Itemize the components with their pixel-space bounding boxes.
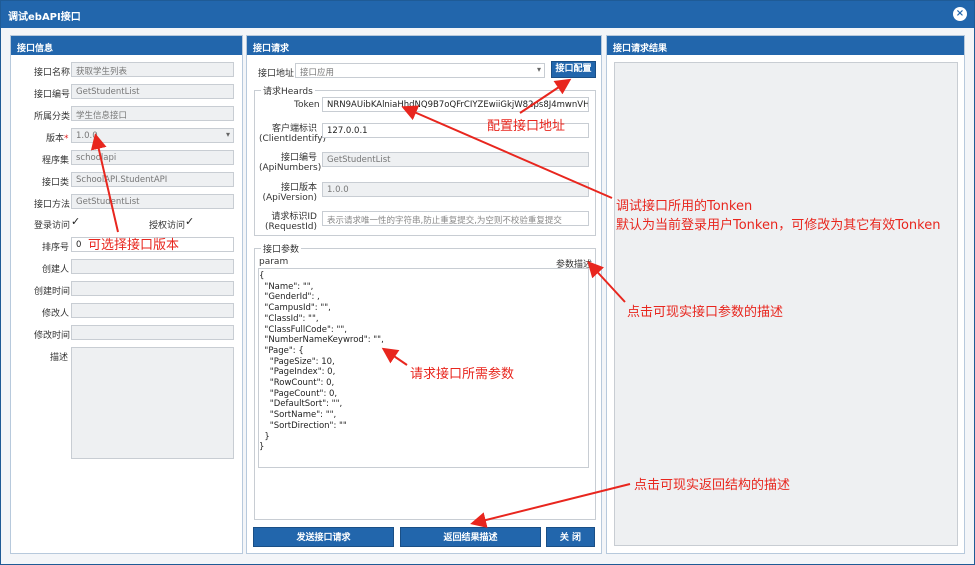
- close-icon[interactable]: ×: [953, 7, 967, 21]
- auth-access-checkbox[interactable]: ✓: [185, 215, 194, 228]
- annotation-params-needed: 请求接口所需参数: [410, 367, 515, 382]
- login-access-checkbox[interactable]: ✓: [71, 215, 80, 228]
- name-field[interactable]: 获取学生列表: [71, 62, 234, 77]
- auth-access-label: 授权访问: [149, 221, 186, 231]
- api-version-label: 接口版本 (ApiVersion): [262, 183, 318, 203]
- login-access-label: 登录访问: [34, 221, 71, 231]
- chevron-down-icon: ▾: [536, 65, 541, 74]
- send-request-button[interactable]: 发送接口请求: [253, 527, 394, 547]
- token-field[interactable]: NRN9AUibKAlniaHhdNQ9B7oQFrCIYZEwiiGkjW82…: [322, 97, 589, 112]
- assembly-label: 程序集: [42, 156, 70, 166]
- token-label: Token: [294, 100, 320, 110]
- api-version-field[interactable]: 1.0.0: [322, 182, 589, 197]
- annotation-token-line2: 默认为当前登录用户Tonken，可修改为其它有效Tonken: [616, 218, 941, 233]
- close-button[interactable]: 关 闭: [546, 527, 595, 547]
- annotation-result-desc: 点击可现实返回结构的描述: [634, 478, 791, 493]
- assembly-field[interactable]: schoolapi: [71, 150, 234, 165]
- config-button[interactable]: 接口配置: [551, 61, 596, 78]
- code-field[interactable]: GetStudentList: [71, 84, 234, 99]
- category-label: 所属分类: [34, 112, 71, 122]
- create-time-field[interactable]: [71, 281, 234, 296]
- modify-time-label: 修改时间: [34, 331, 71, 341]
- chevron-down-icon: ▾: [225, 130, 230, 139]
- version-label: 版本*: [46, 134, 69, 144]
- annotation-config-address: 配置接口地址: [487, 119, 566, 134]
- api-numbers-field[interactable]: GetStudentList: [322, 152, 589, 167]
- request-header: 接口请求: [247, 36, 601, 55]
- param-json: { "Name": "", "GenderId": , "CampusId": …: [259, 271, 384, 453]
- client-label: 客户端标识 (ClientIdentify): [259, 124, 327, 144]
- result-header: 接口请求结果: [607, 36, 964, 55]
- title-bar: 调试ebAPI接口 ×: [1, 1, 974, 28]
- method-label: 接口方法: [34, 200, 71, 210]
- method-field[interactable]: GetStudentList: [71, 194, 234, 209]
- creator-field[interactable]: [71, 259, 234, 274]
- sort-label: 排序号: [42, 243, 70, 253]
- class-label: 接口类: [42, 178, 70, 188]
- modifier-field[interactable]: [71, 303, 234, 318]
- annotation-version-select: 可选择接口版本: [88, 238, 180, 253]
- version-select[interactable]: 1.0.0 ▾: [71, 128, 234, 143]
- class-field[interactable]: SchoolAPI.StudentAPI: [71, 172, 234, 187]
- name-label: 接口名称: [34, 68, 71, 78]
- category-field[interactable]: 学生信息接口: [71, 106, 234, 121]
- desc-textarea[interactable]: [71, 347, 234, 459]
- params-legend: 接口参数: [261, 242, 302, 255]
- interface-info-header: 接口信息: [11, 36, 242, 55]
- address-label: 接口地址: [258, 69, 295, 79]
- code-label: 接口编号: [34, 90, 71, 100]
- debug-api-window: 调试ebAPI接口 × 接口信息 接口名称 获取学生列表 接口编号 GetStu…: [0, 0, 975, 565]
- headers-legend: 请求Heards: [261, 84, 315, 97]
- annotation-token-line1: 调试接口所用的Tonken: [616, 199, 753, 214]
- create-time-label: 创建时间: [34, 287, 71, 297]
- creator-label: 创建人: [42, 265, 70, 275]
- window-title: 调试ebAPI接口: [8, 12, 81, 23]
- modify-time-field[interactable]: [71, 325, 234, 340]
- request-id-field[interactable]: 表示请求唯一性的字符串,防止重复提交,为空则不校验重复提交: [322, 211, 589, 226]
- request-id-label: 请求标识ID (RequestId): [265, 212, 317, 232]
- modifier-label: 修改人: [42, 309, 70, 319]
- desc-label: 描述: [50, 353, 69, 363]
- address-select[interactable]: 接口应用 ▾: [295, 63, 545, 78]
- annotation-param-desc: 点击可现实接口参数的描述: [627, 305, 784, 320]
- api-numbers-label: 接口编号 (ApiNumbers): [259, 153, 322, 173]
- result-desc-button[interactable]: 返回结果描述: [400, 527, 541, 547]
- param-header: param: [259, 257, 289, 267]
